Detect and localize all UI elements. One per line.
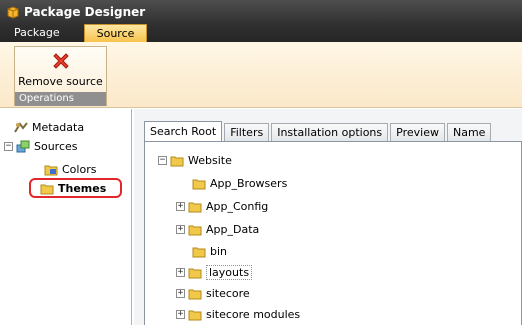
- remove-source-label: Remove source: [18, 75, 103, 88]
- tab-installation-options[interactable]: Installation options: [271, 123, 389, 141]
- folder-layouts[interactable]: + layouts: [176, 264, 253, 280]
- tab-search-root[interactable]: Search Root: [144, 121, 223, 141]
- tab-filters[interactable]: Filters: [224, 123, 270, 141]
- expand-toggle[interactable]: +: [176, 309, 185, 319]
- remove-x-icon: [53, 53, 69, 69]
- folder-app-browsers[interactable]: App_Browsers: [192, 175, 287, 191]
- folder-icon: [40, 184, 54, 194]
- folder-icon: [188, 310, 202, 320]
- operations-group: Remove source Operations: [14, 46, 107, 106]
- folder-icon: [188, 268, 202, 278]
- app-title: Package Designer: [24, 5, 146, 19]
- remove-source-button[interactable]: Remove source: [15, 47, 106, 91]
- themes-label: Themes: [58, 181, 107, 195]
- expand-toggle[interactable]: +: [176, 224, 185, 234]
- tab-package[interactable]: Package: [6, 24, 68, 42]
- tree-item-metadata[interactable]: Metadata: [14, 119, 84, 135]
- folder-bin[interactable]: bin: [192, 243, 227, 259]
- folder-sitecore[interactable]: + sitecore: [176, 285, 250, 301]
- app-header: Package Designer Package Source: [0, 0, 522, 42]
- colors-label: Colors: [62, 162, 97, 176]
- expand-toggle[interactable]: +: [176, 267, 185, 277]
- expand-toggle[interactable]: +: [176, 201, 185, 211]
- tree-item-sources[interactable]: − Sources: [4, 138, 78, 154]
- sources-icon: [16, 140, 30, 152]
- folder-label: App_Config: [206, 199, 269, 213]
- folder-label: bin: [210, 244, 228, 258]
- folder-label: Website: [188, 153, 232, 167]
- folder-icon: [188, 225, 202, 235]
- folder-label: layouts: [206, 264, 253, 280]
- sources-label: Sources: [34, 139, 78, 153]
- tree-item-themes[interactable]: Themes: [40, 180, 106, 196]
- panel-tabstrip: Search Root Filters Installation options…: [144, 121, 493, 141]
- folder-label: App_Browsers: [210, 176, 288, 190]
- colors-icon: [44, 165, 58, 175]
- metadata-icon: [14, 121, 28, 133]
- folder-icon: [192, 179, 206, 189]
- folder-icon: [188, 289, 202, 299]
- package-icon: [7, 6, 19, 19]
- collapse-toggle[interactable]: −: [158, 155, 167, 165]
- folder-app-config[interactable]: + App_Config: [176, 198, 268, 214]
- collapse-toggle[interactable]: −: [4, 141, 13, 151]
- folder-app-data[interactable]: + App_Data: [176, 221, 259, 237]
- folder-label: App_Data: [206, 222, 260, 236]
- folder-icon: [188, 202, 202, 212]
- folder-label: sitecore modules: [206, 307, 301, 321]
- expand-toggle[interactable]: +: [176, 288, 185, 298]
- metadata-label: Metadata: [32, 120, 85, 134]
- tree-item-colors[interactable]: Colors: [44, 161, 96, 177]
- folder-label: sitecore: [206, 286, 250, 300]
- folder-icon: [192, 247, 206, 257]
- operations-group-label: Operations: [15, 92, 106, 106]
- tab-source[interactable]: Source: [84, 24, 147, 42]
- tab-name[interactable]: Name: [446, 123, 492, 141]
- folder-sitecore-modules[interactable]: + sitecore modules: [176, 306, 300, 322]
- tab-preview[interactable]: Preview: [390, 123, 445, 141]
- folder-icon: [170, 156, 184, 166]
- folder-website[interactable]: − Website: [158, 152, 232, 168]
